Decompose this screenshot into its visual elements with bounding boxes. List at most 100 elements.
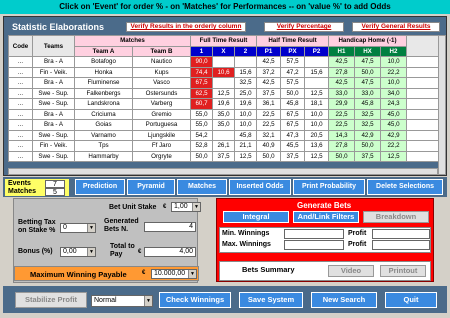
col-ft-x[interactable]: X <box>212 45 235 57</box>
verify-percentage-button[interactable]: Verify Percentage <box>264 22 344 32</box>
chevron-down-icon[interactable]: ▼ <box>144 296 152 306</box>
cell-code[interactable]: ... <box>8 87 33 99</box>
cell-px[interactable]: 57,5 <box>280 77 305 89</box>
col-team-a[interactable]: Team A <box>74 45 133 57</box>
cell-team-a[interactable]: Hammarby <box>74 150 133 162</box>
cell-h2[interactable]: 45,0 <box>380 108 407 120</box>
table-row[interactable]: ... Bra - A Goias Portuguesa 55,0 35,0 10,0 22,… <box>8 119 439 131</box>
cell-hx[interactable]: 33,0 <box>354 87 381 99</box>
col-h2[interactable]: H2 <box>380 45 407 57</box>
cell-p1[interactable]: 37,5 <box>256 87 281 99</box>
cell-league[interactable]: Bra - A <box>32 108 75 120</box>
cell-empty[interactable] <box>406 98 439 110</box>
cell-team-a[interactable]: Botafogo <box>74 56 133 68</box>
cell-p1[interactable]: 37,2 <box>256 66 281 78</box>
cell-team-b[interactable]: Varberg <box>132 98 191 110</box>
cell-v1[interactable]: 55,0 <box>190 108 213 120</box>
cell-v2[interactable] <box>234 56 257 68</box>
cell-team-b[interactable]: Kups <box>132 66 191 78</box>
table-row[interactable]: ... Swe - Sup. Falkenbergs Ostersunds 62,5 12… <box>8 87 439 99</box>
col-ht-p1[interactable]: P1 <box>256 45 281 57</box>
matches-button[interactable]: Matches <box>177 179 227 195</box>
cell-league[interactable]: Swe - Sup. <box>32 87 75 99</box>
cell-p1[interactable]: 40,9 <box>256 140 281 152</box>
chevron-down-icon[interactable]: ▼ <box>87 248 95 256</box>
cell-empty[interactable] <box>406 150 439 162</box>
cell-h1[interactable]: 50,0 <box>328 150 355 162</box>
quit-button[interactable]: Quit <box>385 292 437 308</box>
cell-px[interactable]: 50,0 <box>280 87 305 99</box>
cell-v2[interactable]: 45,8 <box>234 129 257 141</box>
table-row[interactable]: ... Swe - Sup. Landskrona Varberg 60,7 19,6 19… <box>8 98 439 110</box>
cell-p1[interactable]: 42,5 <box>256 56 281 68</box>
cell-hx[interactable]: 42,9 <box>354 129 381 141</box>
cell-code[interactable]: ... <box>8 98 33 110</box>
delete-selections-button[interactable]: Delete Selections <box>367 179 443 195</box>
col-ft-1[interactable]: 1 <box>190 45 213 57</box>
cell-h2[interactable]: 22,2 <box>380 66 407 78</box>
table-row[interactable]: ... Swe - Sup. Hammarby Orgryte 50,0 37,5 12,5… <box>8 150 439 162</box>
cell-team-b[interactable]: Ff Jaro <box>132 140 191 152</box>
cell-v1[interactable]: 52,8 <box>190 140 213 152</box>
cell-p2[interactable]: 12,5 <box>304 150 329 162</box>
cell-code[interactable]: ... <box>8 108 33 120</box>
cell-p2[interactable] <box>304 77 329 89</box>
cell-h1[interactable]: 42,5 <box>328 56 355 68</box>
cell-v1[interactable]: 90,0 <box>190 56 213 68</box>
cell-hx[interactable]: 32,5 <box>354 119 381 131</box>
cell-h2[interactable]: 10,0 <box>380 56 407 68</box>
cell-team-b[interactable]: Gremio <box>132 108 191 120</box>
cell-v1[interactable]: 50,0 <box>190 150 213 162</box>
cell-empty[interactable] <box>406 56 439 68</box>
cell-p1[interactable]: 36,1 <box>256 98 281 110</box>
unit-stake-select[interactable]: 1,00 ▼ <box>171 202 201 212</box>
cell-team-a[interactable]: Landskrona <box>74 98 133 110</box>
cell-team-a[interactable]: Varnamo <box>74 129 133 141</box>
cell-empty[interactable] <box>406 129 439 141</box>
table-row[interactable]: ... Swe - Sup. Varnamo Ljungskile 54,2 45,8 32… <box>8 129 439 141</box>
cell-vx[interactable]: 12,5 <box>212 87 235 99</box>
verify-general-button[interactable]: Verify General Results <box>352 22 440 32</box>
cell-px[interactable]: 67,5 <box>280 108 305 120</box>
cell-team-a[interactable]: Fluminense <box>74 77 133 89</box>
cell-hx[interactable]: 50,0 <box>354 140 381 152</box>
col-matches[interactable]: Matches <box>74 35 191 47</box>
cell-p1[interactable]: 22,5 <box>256 108 281 120</box>
cell-p2[interactable]: 20,5 <box>304 129 329 141</box>
cell-px[interactable]: 47,3 <box>280 129 305 141</box>
cell-p2[interactable] <box>304 56 329 68</box>
cell-h1[interactable]: 27,8 <box>328 66 355 78</box>
bonus-select[interactable]: 0,00 ▼ <box>60 247 96 257</box>
cell-team-a[interactable]: Honka <box>74 66 133 78</box>
cell-h1[interactable]: 27,8 <box>328 140 355 152</box>
col-code[interactable]: Code <box>8 35 33 57</box>
cell-team-b[interactable]: Ljungskile <box>132 129 191 141</box>
cell-code[interactable]: ... <box>8 140 33 152</box>
cell-code[interactable]: ... <box>8 77 33 89</box>
cell-league[interactable]: Bra - A <box>32 77 75 89</box>
cell-league[interactable]: Swe - Sup. <box>32 129 75 141</box>
cell-v2[interactable]: 21,1 <box>234 140 257 152</box>
cell-vx[interactable] <box>212 56 235 68</box>
cell-p2[interactable]: 10,0 <box>304 108 329 120</box>
cell-h2[interactable]: 10,0 <box>380 77 407 89</box>
cell-team-b[interactable]: Vasco <box>132 77 191 89</box>
cell-vx[interactable]: 35,0 <box>212 108 235 120</box>
cell-v2[interactable]: 10,0 <box>234 119 257 131</box>
table-row[interactable]: ... Fin - Veik. Honka Kups 74,4 10,6 15,6 37,2 4… <box>8 66 439 78</box>
stabilize-profit-button[interactable]: Stabilize Profit <box>15 292 87 308</box>
filters-button[interactable]: And/Link Filters <box>293 211 359 223</box>
cell-h1[interactable]: 14,3 <box>328 129 355 141</box>
cell-code[interactable]: ... <box>8 129 33 141</box>
cell-v2[interactable]: 25,0 <box>234 87 257 99</box>
breakdown-button[interactable]: Breakdown <box>363 211 429 223</box>
cell-empty[interactable] <box>406 119 439 131</box>
table-row[interactable]: ... Bra - A Criciuma Gremio 55,0 35,0 10,0 22,5… <box>8 108 439 120</box>
col-hx[interactable]: HX <box>354 45 381 57</box>
col-h1[interactable]: H1 <box>328 45 355 57</box>
cell-h1[interactable]: 33,0 <box>328 87 355 99</box>
cell-h1[interactable]: 42,5 <box>328 77 355 89</box>
cell-team-b[interactable]: Nautico <box>132 56 191 68</box>
cell-hx[interactable]: 50,0 <box>354 66 381 78</box>
cell-p1[interactable]: 32,1 <box>256 129 281 141</box>
